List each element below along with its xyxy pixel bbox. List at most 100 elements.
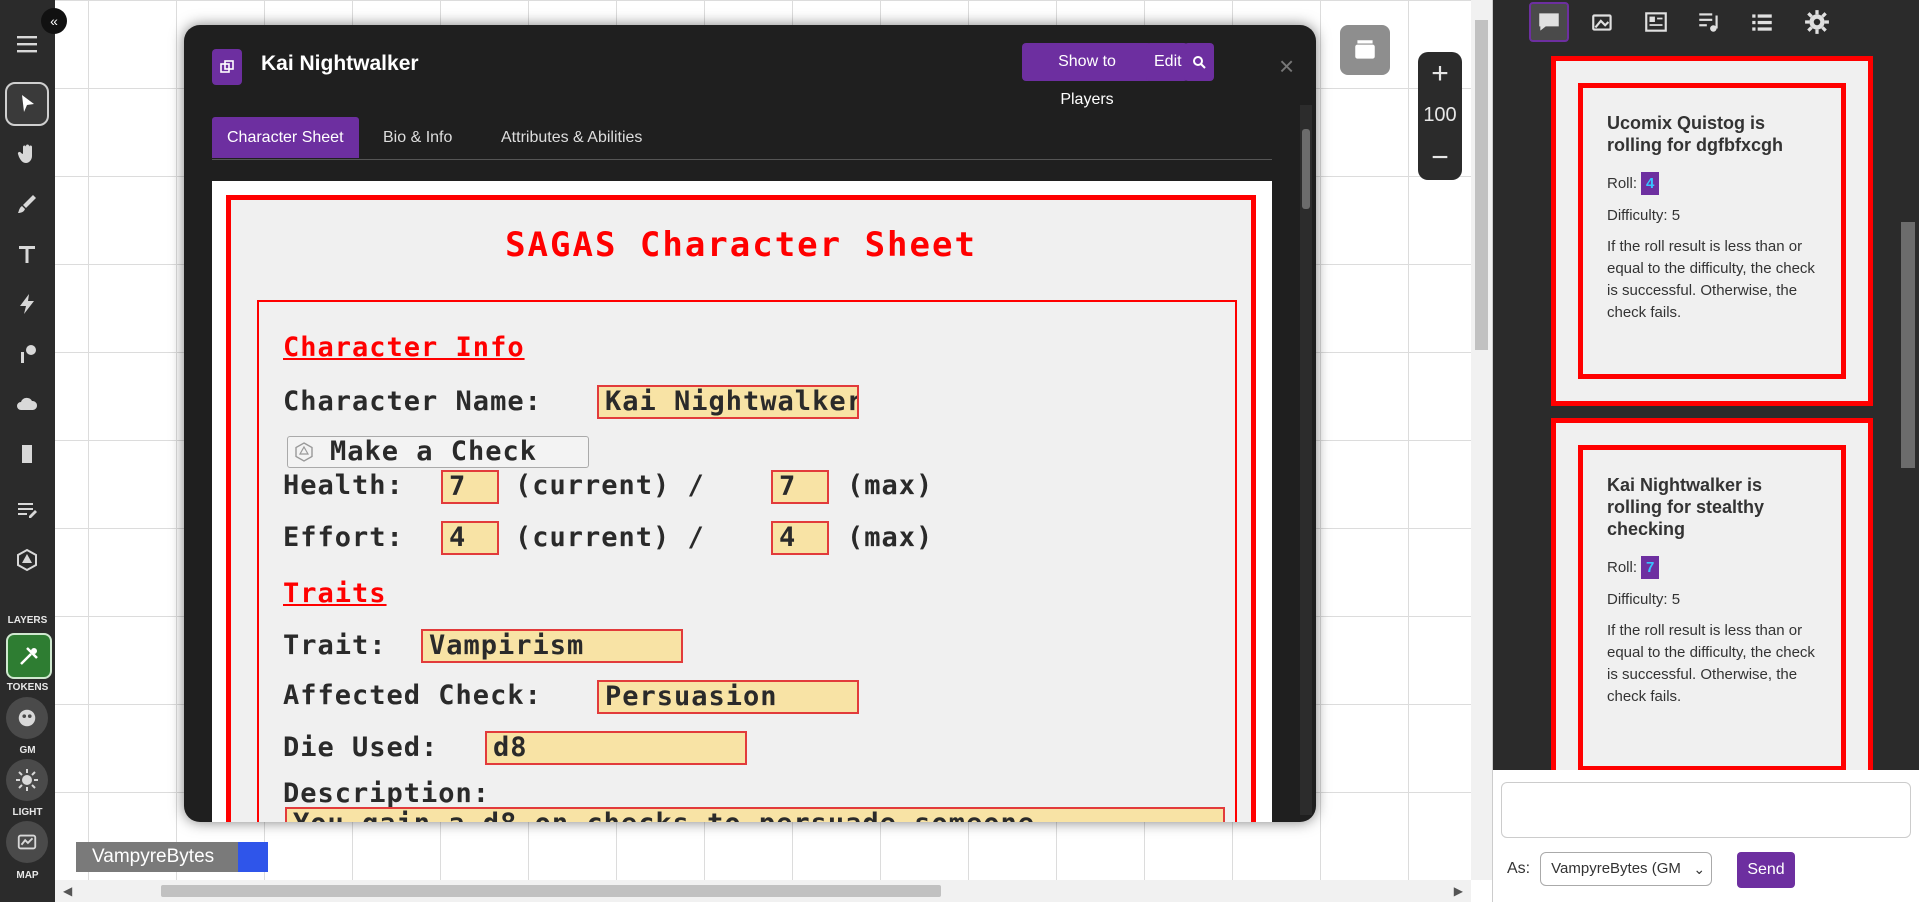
effort-current-field[interactable]: 4 (441, 521, 499, 555)
character-info-heading: Character Info (283, 332, 525, 363)
canvas-vertical-scrollbar[interactable] (1471, 0, 1492, 880)
sword-icon (20, 647, 38, 665)
player-color-swatch[interactable] (238, 842, 268, 872)
dialog-scrollbar[interactable] (1300, 105, 1312, 815)
affected-check-field[interactable]: Persuasion (597, 680, 859, 714)
zoom-value: 100 (1423, 104, 1457, 126)
show-to-players-button[interactable]: Show to Players (1022, 43, 1152, 108)
scroll-right-icon[interactable]: ▶ (1454, 884, 1463, 898)
map-icon (17, 834, 37, 850)
roll-card: Ucomix Quistog is rolling for dgfbfxcgh … (1578, 83, 1846, 379)
menu-icon[interactable] (5, 22, 49, 66)
select-tool-button[interactable] (5, 82, 49, 126)
image-icon (1592, 14, 1612, 31)
zoom-in-button[interactable]: + (1418, 56, 1462, 92)
horizontal-scroll-thumb[interactable] (161, 885, 941, 897)
difficulty-line: Difficulty: 5 (1607, 207, 1681, 224)
die-used-field[interactable]: d8 (485, 731, 747, 765)
roll-line: Roll: 7 (1607, 556, 1819, 579)
dialog-header[interactable]: Kai Nightwalker Show to Players Edit × (184, 25, 1316, 108)
tab-settings[interactable] (1797, 2, 1837, 42)
text-icon (19, 246, 35, 263)
description-label: Description: (283, 778, 491, 809)
cloud-icon (17, 397, 38, 410)
health-max-field[interactable]: 7 (771, 470, 829, 504)
make-check-button[interactable]: Make a Check (287, 436, 589, 468)
gm-mask-icon (18, 709, 36, 727)
character-info-section: Character Info Character Name: Kai Night… (257, 300, 1237, 822)
left-toolbar: LAYERS TOKENS GM LIGHT MAP (0, 0, 55, 902)
chat-input[interactable] (1501, 782, 1911, 838)
tab-chat[interactable] (1529, 2, 1569, 42)
character-name-field[interactable]: Kai Nightwalker (597, 385, 859, 419)
tab-character-sheet[interactable]: Character Sheet (212, 117, 359, 158)
chat-scrollbar[interactable] (1897, 44, 1919, 770)
edit-button[interactable]: Edit (1146, 43, 1188, 81)
list-edit-icon (18, 503, 37, 518)
tokens-layer-button[interactable] (6, 633, 52, 679)
gm-label: GM (19, 745, 36, 756)
vertical-scroll-thumb[interactable] (1475, 20, 1488, 350)
ruler-tool-button[interactable] (5, 332, 49, 376)
text-tool-button[interactable] (5, 232, 49, 276)
collapse-toolbar-icon[interactable]: « (41, 8, 67, 34)
tab-journal[interactable] (1636, 2, 1676, 42)
hand-icon (17, 144, 32, 163)
dice-tool-button[interactable] (5, 538, 49, 582)
tab-attributes-abilities[interactable]: Attributes & Abilities (486, 117, 657, 158)
close-button[interactable]: × (1279, 51, 1294, 82)
search-button[interactable] (1184, 43, 1214, 81)
tab-jukebox[interactable] (1689, 2, 1729, 42)
player-tag[interactable]: VampyreBytes (76, 842, 268, 872)
description-field[interactable]: You gain a d8 on checks to persuade some… (285, 807, 1225, 822)
difficulty-line: Difficulty: 5 (1607, 591, 1681, 608)
popout-icon[interactable] (212, 49, 242, 85)
page-icon (22, 445, 32, 463)
chat-icon (1539, 13, 1559, 31)
journal-tool-button[interactable] (5, 488, 49, 532)
light-layer-button[interactable] (6, 759, 48, 801)
health-current-field[interactable]: 7 (441, 470, 499, 504)
stash-button[interactable] (1340, 25, 1390, 75)
speaking-as-select[interactable]: VampyreBytes (GM ⌄ (1540, 852, 1713, 886)
search-icon (1193, 55, 1206, 69)
d20-icon (17, 548, 37, 572)
sidebar-tabs (1493, 0, 1919, 44)
fog-tool-button[interactable] (5, 382, 49, 426)
measure-icon (21, 345, 36, 363)
canvas-horizontal-scrollbar[interactable]: ◀ ▶ (55, 880, 1471, 902)
traits-heading: Traits (283, 578, 387, 609)
gm-layer-button[interactable] (6, 697, 48, 739)
effects-tool-button[interactable] (5, 282, 49, 326)
player-name: VampyreBytes (76, 842, 238, 872)
send-button[interactable]: Send (1737, 852, 1795, 888)
zoom-out-button[interactable]: − (1418, 140, 1462, 176)
dialog-scroll-thumb[interactable] (1302, 129, 1310, 209)
chat-scroll-thumb[interactable] (1901, 222, 1915, 468)
sheet-frame: SAGAS Character Sheet Character Info Cha… (226, 195, 1256, 822)
sheet-title: SAGAS Character Sheet (505, 225, 977, 265)
scroll-left-icon[interactable]: ◀ (63, 884, 72, 898)
trait-field[interactable]: Vampirism (421, 629, 683, 663)
tab-compendium[interactable] (1742, 2, 1782, 42)
tab-bio-info[interactable]: Bio & Info (368, 117, 467, 158)
list-icon (1752, 14, 1772, 31)
chat-log[interactable]: Ucomix Quistog is rolling for dgfbfxcgh … (1493, 44, 1919, 770)
draw-tool-button[interactable] (5, 182, 49, 226)
effort-label: Effort: (283, 522, 404, 553)
make-check-label: Make a Check (330, 436, 538, 467)
pan-tool-button[interactable] (5, 132, 49, 176)
speaking-as-row: As: VampyreBytes (GM ⌄ (1507, 850, 1713, 888)
map-layer-button[interactable] (6, 821, 48, 863)
light-label: LIGHT (12, 807, 43, 818)
effort-max-label: (max) (847, 522, 934, 553)
speaking-as-value: VampyreBytes (GM (1551, 860, 1681, 877)
tab-art[interactable] (1583, 2, 1623, 42)
character-sheet-dialog: Kai Nightwalker Show to Players Edit × C… (184, 25, 1316, 822)
newspaper-icon (1645, 12, 1667, 32)
roll-label: Roll: (1607, 175, 1638, 192)
roll-rule-text: If the roll result is less than or equal… (1607, 238, 1815, 321)
notes-tool-button[interactable] (5, 432, 49, 476)
sun-icon (16, 769, 38, 791)
effort-max-field[interactable]: 4 (771, 521, 829, 555)
